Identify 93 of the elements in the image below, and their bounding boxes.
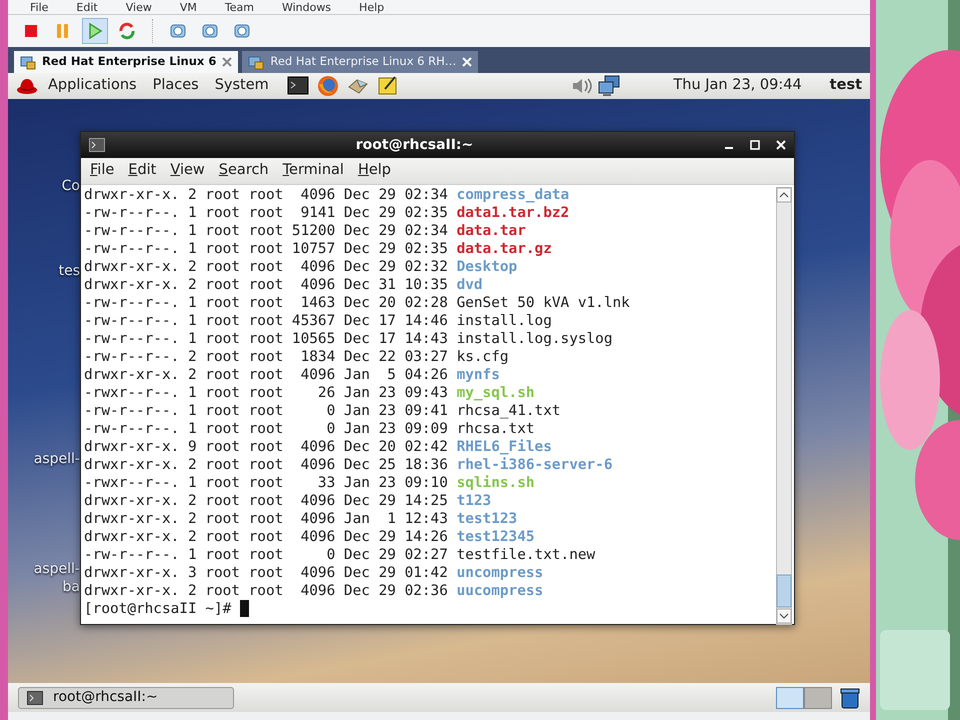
file-name: install.log [456, 312, 552, 330]
file-name: testfile.txt.new [456, 546, 596, 564]
network-icon[interactable] [597, 75, 622, 97]
workspace-switcher[interactable] [804, 686, 832, 708]
menu-item[interactable]: Help [352, 160, 396, 182]
file-info: -rw-r--r--. 1 root root 1463 Dec 20 02:28 [84, 294, 449, 312]
volume-icon[interactable] [571, 76, 594, 96]
vm-icon [248, 54, 264, 70]
file-info: drwxr-xr-x. 2 root root 4096 Dec 29 02:32 [84, 258, 449, 276]
file-info: drwxr-xr-x. 2 root root 4096 Dec 31 10:35 [84, 276, 449, 294]
stop-icon [22, 22, 40, 40]
file-name: mynfs [456, 366, 500, 384]
file-name: rhcsa.txt [456, 420, 535, 438]
file-name: dvd [456, 276, 483, 294]
file-info: drwxr-xr-x. 2 root root 4096 Dec 25 18:36 [84, 456, 449, 474]
file-info: -rw-r--r--. 1 root root 0 Dec 29 02:27 [84, 546, 449, 564]
file-name: uncompress [456, 564, 544, 582]
prompt: [root@rhcsaII ~]# [84, 600, 232, 618]
file-info: -rwxr--r--. 1 root root 26 Jan 23 09:43 [84, 384, 449, 402]
maximize-icon[interactable] [750, 140, 760, 150]
menu-item[interactable]: System [208, 75, 275, 97]
text-cursor [240, 600, 250, 617]
file-info: drwxr-xr-x. 2 root root 4096 Dec 29 14:25 [84, 492, 449, 510]
file-info: drwxr-xr-x. 2 root root 4096 Dec 29 02:36 [84, 582, 449, 600]
menu-item[interactable]: View [165, 160, 210, 182]
file-info: drwxr-xr-x. 9 root root 4096 Dec 20 02:42 [84, 438, 449, 456]
menu-item[interactable]: View [126, 2, 152, 12]
file-name: Desktop [456, 258, 518, 276]
file-info: -rwxr--r--. 1 root root 33 Jan 23 09:10 [84, 474, 449, 492]
file-name: t123 [456, 492, 492, 510]
menu-item[interactable]: File [30, 2, 48, 12]
clock[interactable]: Thu Jan 23, 09:44 [673, 75, 802, 97]
file-name: test12345 [456, 528, 535, 546]
scrollbar[interactable] [776, 187, 792, 625]
file-name: test123 [456, 510, 518, 528]
file-name: install.log.syslog [456, 330, 613, 348]
file-name: my_sql.sh [456, 384, 535, 402]
play-button[interactable] [82, 18, 108, 44]
menu-item[interactable]: Search [214, 160, 274, 182]
vm-tab[interactable]: Red Hat Enterprise Linux 6 RH… [242, 51, 478, 73]
terminal-icon [27, 690, 43, 704]
file-name: uucompress [456, 582, 544, 600]
file-name: RHEL6_Files [456, 438, 552, 456]
snapshot-icon [233, 22, 251, 40]
terminal-icon [89, 138, 105, 152]
menu-item[interactable]: Windows [282, 2, 332, 12]
file-name: GenSet 50 kVA v1.lnk [456, 294, 630, 312]
desktop-icon-label[interactable]: tes [58, 261, 80, 282]
menu-item[interactable]: File [85, 160, 120, 182]
file-info: -rw-r--r--. 1 root root 45367 Dec 17 14:46 [84, 312, 449, 330]
file-info: drwxr-xr-x. 3 root root 4096 Dec 29 01:42 [84, 564, 449, 582]
file-info: -rw-r--r--. 1 root root 0 Jan 23 09:41 [84, 402, 449, 420]
file-name: ks.cfg [456, 348, 509, 366]
file-info: -rw-r--r--. 1 root root 9141 Dec 29 02:35 [84, 204, 449, 222]
menu-item[interactable]: Places [146, 75, 205, 97]
hat-logo-icon [16, 76, 38, 96]
menu-item[interactable]: Team [224, 2, 254, 12]
desktop-icon-label[interactable]: Co [62, 176, 80, 197]
menu-item[interactable]: Edit [123, 160, 162, 182]
file-info: drwxr-xr-x. 2 root root 4096 Dec 29 02:34 [84, 186, 449, 204]
snapshot-icon [169, 22, 187, 40]
file-name: sqlins.sh [456, 474, 535, 492]
snapshot-icon [201, 22, 219, 40]
desktop-icon-label[interactable]: aspell- [34, 449, 80, 470]
vm-icon [20, 54, 36, 70]
reset-icon [118, 22, 136, 40]
terminal-icon[interactable] [286, 75, 309, 97]
taskbar-button[interactable]: root@rhcsaII:~ [18, 686, 234, 708]
file-name: data.tar.gz [456, 240, 552, 258]
menu-item[interactable]: Help [359, 2, 384, 12]
file-name: data.tar [456, 222, 526, 240]
menu-item[interactable]: VM [180, 2, 197, 12]
file-info: drwxr-xr-x. 2 root root 4096 Jan 1 12:43 [84, 510, 449, 528]
trash-icon[interactable] [840, 686, 860, 708]
file-info: -rw-r--r--. 1 root root 0 Jan 23 09:09 [84, 420, 449, 438]
file-info: drwxr-xr-x. 2 root root 4096 Jan 5 04:26 [84, 366, 449, 384]
file-name: compress_data [456, 186, 570, 204]
file-info: drwxr-xr-x. 2 root root 4096 Dec 29 14:26 [84, 528, 449, 546]
workspace-switcher[interactable] [776, 686, 804, 708]
menu-item[interactable]: Edit [76, 2, 98, 12]
file-info: -rw-r--r--. 1 root root 10757 Dec 29 02:35 [84, 240, 449, 258]
file-info: -rw-r--r--. 1 root root 10565 Dec 17 14:43 [84, 330, 449, 348]
file-name: rhcsa_41.txt [456, 402, 561, 420]
vm-tab[interactable]: Red Hat Enterprise Linux 6 [14, 51, 238, 73]
user-name[interactable]: test [830, 75, 862, 97]
notepad-icon[interactable] [376, 75, 399, 97]
menu-item[interactable]: Applications [42, 75, 143, 97]
file-info: -rw-r--r--. 2 root root 1834 Dec 22 03:27 [84, 348, 449, 366]
window-title: root@rhcsaII:~ [354, 136, 474, 154]
file-info: -rw-r--r--. 1 root root 51200 Dec 29 02:34 [84, 222, 449, 240]
file-name: data1.tar.bz2 [456, 204, 570, 222]
file-name: rhel-i386-server-6 [456, 456, 613, 474]
menu-item[interactable]: Terminal [278, 160, 349, 182]
